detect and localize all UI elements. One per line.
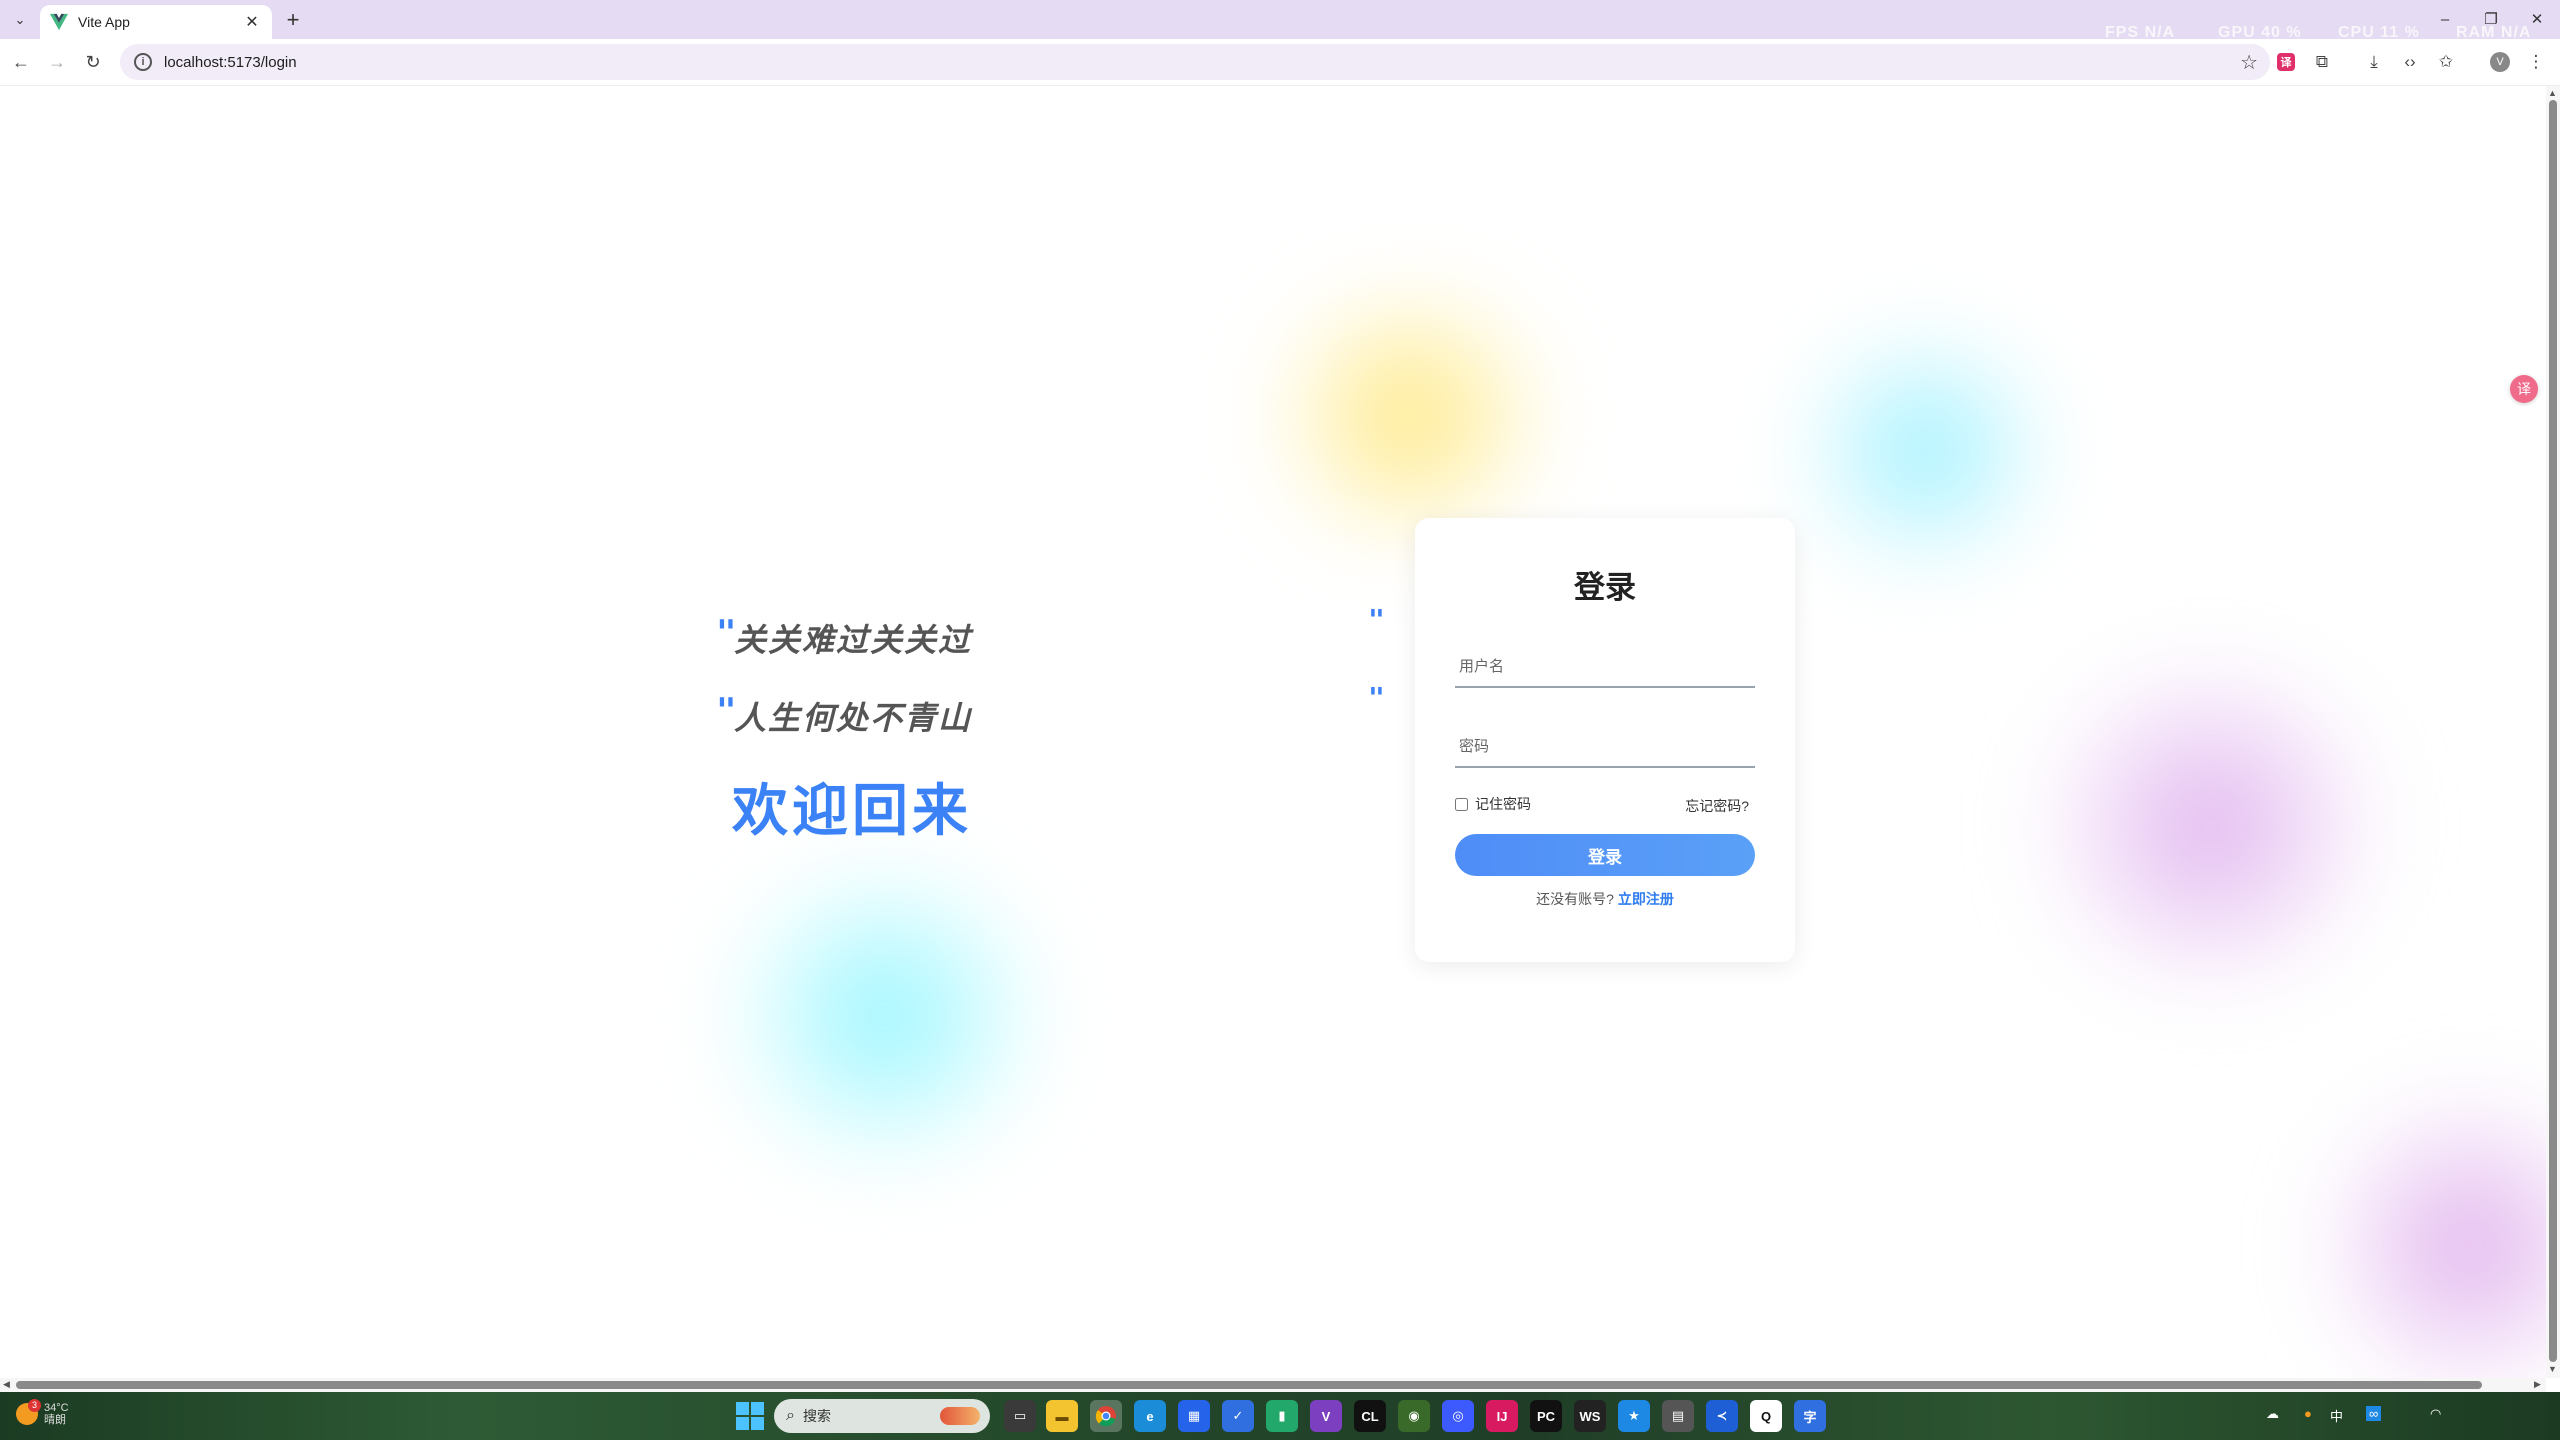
password-input[interactable] xyxy=(1455,726,1755,768)
edge-icon[interactable]: e xyxy=(1134,1400,1166,1432)
weather-desc: 晴朗 xyxy=(44,1414,66,1426)
vscode-icon[interactable]: ≺ xyxy=(1706,1400,1738,1432)
visual-studio-icon[interactable]: V xyxy=(1310,1400,1342,1432)
forgot-password-link[interactable]: 忘记密码? xyxy=(1685,796,1749,816)
welcome-heading: 欢迎回来 xyxy=(732,779,972,844)
tray-wifi-icon[interactable]: ◠ xyxy=(2430,1406,2441,1422)
vue-favicon-icon xyxy=(50,13,68,31)
devtools-code-icon[interactable]: ‹› xyxy=(2396,48,2424,76)
decor-blob-purple-corner xyxy=(2320,1086,2546,1378)
remember-password[interactable]: 记住密码 xyxy=(1455,794,1531,814)
start-windows-icon[interactable] xyxy=(736,1402,764,1430)
site-info-icon[interactable]: i xyxy=(134,53,152,71)
horizontal-scrollbar[interactable]: ◀ ▶ xyxy=(0,1378,2546,1392)
profile-avatar[interactable]: V xyxy=(2486,48,2514,76)
tab-search-chevron-icon[interactable]: ⌄ xyxy=(8,8,32,32)
vertical-scrollbar[interactable]: ▲ ▼ xyxy=(2546,86,2560,1378)
translate-float-icon[interactable]: 译 xyxy=(2510,375,2538,403)
qq-icon[interactable]: Q xyxy=(1750,1400,1782,1432)
tab-close-icon[interactable]: ✕ xyxy=(242,12,262,32)
windows-taskbar: 3 34°C 晴朗 ⌕ 搜索 ▭ ▬ e ▦ ✓ ▮ V CL ◉ ◎ IJ P… xyxy=(0,1392,2560,1440)
quote-close-mark: " xyxy=(1368,603,1385,636)
remember-label: 记住密码 xyxy=(1475,796,1531,812)
horizontal-scroll-thumb[interactable] xyxy=(16,1381,2482,1389)
decor-blob-cyan-top xyxy=(1790,336,2060,566)
task-view-icon[interactable]: ▭ xyxy=(1004,1400,1036,1432)
app-green-icon[interactable]: ◉ xyxy=(1398,1400,1430,1432)
address-url[interactable]: localhost:5173/login xyxy=(164,54,297,71)
app-blue-circle-icon[interactable]: ◎ xyxy=(1442,1400,1474,1432)
tray-network-icon[interactable]: ☁ xyxy=(2266,1406,2279,1422)
notes-app-icon[interactable]: ▮ xyxy=(1266,1400,1298,1432)
quote-text: 关关难过关关过 xyxy=(734,621,973,659)
decor-blob-purple-right xyxy=(2030,666,2390,986)
overlay-cpu: CPU 11 % xyxy=(2338,24,2420,38)
restore-button[interactable]: ❐ xyxy=(2476,6,2506,32)
remember-checkbox[interactable] xyxy=(1455,797,1468,811)
overlay-fps: FPS N/A xyxy=(2105,24,2176,38)
forward-arrow-icon[interactable]: → xyxy=(42,47,72,77)
ime-tool-icon[interactable]: 字 xyxy=(1794,1400,1826,1432)
webstorm-icon[interactable]: WS xyxy=(1574,1400,1606,1432)
calculator-icon[interactable]: ▤ xyxy=(1662,1400,1694,1432)
file-explorer-icon[interactable]: ▬ xyxy=(1046,1400,1078,1432)
no-account-text: 还没有账号? xyxy=(1536,891,1614,907)
downloads-icon[interactable]: ⤓ xyxy=(2360,48,2388,76)
decor-blob-cyan-bottom xyxy=(720,866,1050,1166)
clion-icon[interactable]: CL xyxy=(1354,1400,1386,1432)
app-star-icon[interactable]: ★ xyxy=(1618,1400,1650,1432)
extension-translate-icon[interactable]: 译 xyxy=(2272,48,2300,76)
login-card: 登录 记住密码 忘记密码? 登录 还没有账号?立即注册 xyxy=(1415,518,1795,962)
login-page: " 关关难过关关过 " " 人生何处不青山 " 欢迎回来 登录 记住密码 忘记密… xyxy=(0,86,2546,1378)
search-highlight-image xyxy=(940,1407,980,1425)
ime-indicator[interactable]: 中 xyxy=(2330,1406,2343,1425)
taskbar-search-label: 搜索 xyxy=(802,1408,831,1424)
login-title: 登录 xyxy=(1574,570,1636,606)
login-button[interactable]: 登录 xyxy=(1455,834,1755,876)
window-close-button[interactable]: ✕ xyxy=(2522,6,2552,32)
scroll-up-arrow-icon[interactable]: ▲ xyxy=(2548,88,2557,98)
bookmarks-star-icon[interactable]: ✩ xyxy=(2432,48,2460,76)
browser-toolbar: ← → ↻ i localhost:5173/login ☆ 译 ⧉ ⤓ ‹› … xyxy=(0,39,2560,86)
scroll-right-arrow-icon[interactable]: ▶ xyxy=(2534,1379,2541,1390)
username-input[interactable] xyxy=(1455,646,1755,688)
search-icon: ⌕ xyxy=(786,1407,795,1424)
store-icon[interactable]: ▦ xyxy=(1178,1400,1210,1432)
browser-tab-bar: ⌄ Vite App ✕ + FPS N/A GPU 40 % CPU 11 %… xyxy=(0,0,2560,39)
bookmark-star-icon[interactable]: ☆ xyxy=(2240,50,2258,75)
register-link[interactable]: 立即注册 xyxy=(1618,891,1674,907)
address-bar[interactable]: i localhost:5173/login ☆ xyxy=(120,44,2270,80)
reload-icon[interactable]: ↻ xyxy=(78,47,108,77)
chrome-icon[interactable] xyxy=(1090,1400,1122,1432)
extensions-puzzle-icon[interactable]: ⧉ xyxy=(2308,48,2336,76)
vertical-scroll-thumb[interactable] xyxy=(2549,100,2557,1362)
weather-temp: 34°C xyxy=(44,1402,69,1414)
back-arrow-icon[interactable]: ← xyxy=(6,47,36,77)
decor-blob-yellow xyxy=(1260,296,1560,536)
scroll-down-arrow-icon[interactable]: ▼ xyxy=(2548,1364,2557,1374)
register-prompt: 还没有账号? 立即注册 xyxy=(1415,889,1795,909)
weather-sun-icon: 3 xyxy=(16,1399,41,1425)
overlay-gpu: GPU 40 % xyxy=(2218,24,2302,38)
taskbar-search[interactable]: ⌕ 搜索 xyxy=(774,1399,990,1433)
tab-title: Vite App xyxy=(78,14,130,30)
quote-line-2: " 人生何处不青山 " xyxy=(716,681,1396,741)
pycharm-icon[interactable]: PC xyxy=(1530,1400,1562,1432)
browser-menu-icon[interactable]: ⋮ xyxy=(2522,48,2550,76)
quote-text: 人生何处不青山 xyxy=(734,699,973,737)
intellij-icon[interactable]: IJ xyxy=(1486,1400,1518,1432)
tray-dot-icon[interactable]: ● xyxy=(2304,1406,2312,1421)
todo-icon[interactable]: ✓ xyxy=(1222,1400,1254,1432)
weather-widget[interactable]: 3 34°C 晴朗 xyxy=(16,1399,69,1426)
new-tab-button[interactable]: + xyxy=(280,7,306,33)
weather-badge: 3 xyxy=(28,1399,41,1412)
minimize-button[interactable]: – xyxy=(2430,6,2460,32)
quote-line-1: " 关关难过关关过 " xyxy=(716,603,1396,663)
quote-close-mark: " xyxy=(1368,681,1385,714)
tray-app-icon[interactable]: ∞ xyxy=(2366,1406,2382,1421)
scroll-left-arrow-icon[interactable]: ◀ xyxy=(3,1379,10,1390)
browser-tab-active[interactable]: Vite App ✕ xyxy=(40,5,272,39)
